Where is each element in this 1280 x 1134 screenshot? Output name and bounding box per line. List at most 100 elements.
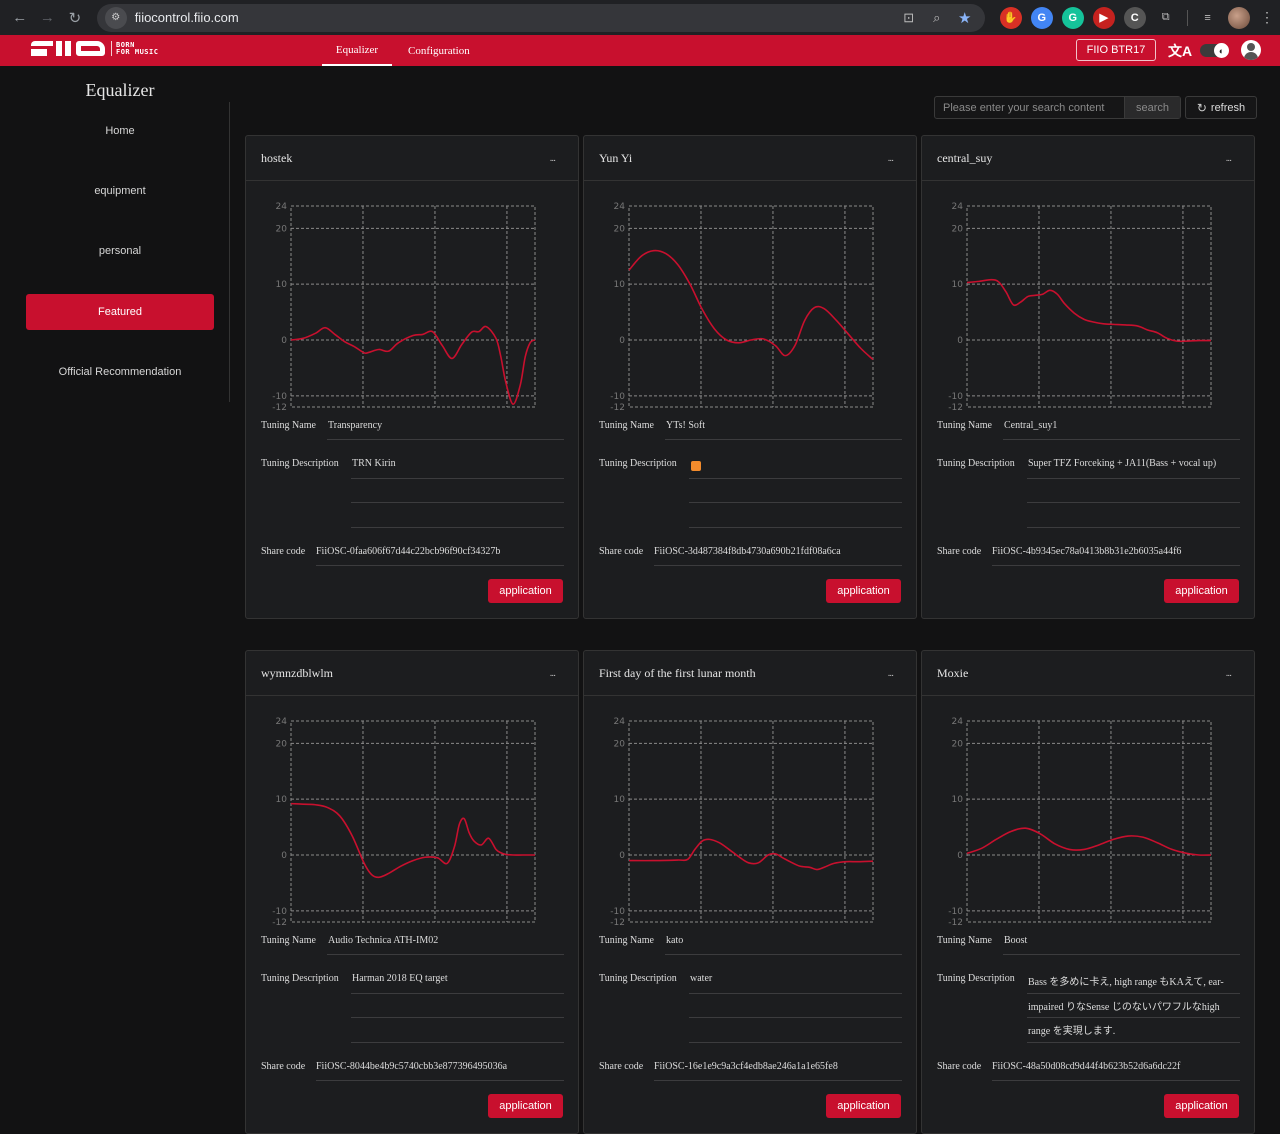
share-code-underline [654,565,902,566]
site-info-icon[interactable]: ⚙ [104,6,127,29]
y-tick-label: 20 [276,224,288,234]
adblock-extension-icon[interactable]: ✋ [999,6,1022,29]
search-input[interactable] [935,97,1124,118]
eq-curve-line [966,827,1212,856]
tuning-description-label: Tuning Description [261,973,339,984]
y-tick-label: -12 [948,403,963,412]
y-tick-label: 10 [276,795,288,805]
more-options-icon[interactable]: ... [1226,153,1232,164]
share-code-value[interactable]: FiiOSC-48a50d08cd9d44f4b623b52d6a6dc22f [992,1061,1180,1072]
tuning-name-value: YTs! Soft [666,420,706,431]
translate-page-icon[interactable]: ⊡ [897,6,921,30]
extensions-bar: ✋ G G ▶ C ⧉ [991,6,1177,29]
share-code-label: Share code [599,546,644,557]
share-code-value[interactable]: FiiOSC-0faa606f67d44c22bcb96f90cf34327b [316,546,500,557]
description-underline [1027,527,1240,528]
grammarly-extension-icon[interactable]: G [1061,6,1084,29]
user-account-icon[interactable] [1241,40,1261,60]
reload-button[interactable]: ↻ [61,4,89,32]
more-options-icon[interactable]: ... [1226,668,1232,679]
apply-button[interactable]: application [488,1094,563,1118]
google-translate-extension-icon[interactable]: G [1030,6,1053,29]
language-translate-icon[interactable]: 文A [1168,41,1192,61]
description-underline [689,993,902,994]
tuning-name-value: Transparency [328,420,383,431]
card-author: central_suy [937,150,993,165]
dark-mode-toggle[interactable]: ◐ [1200,43,1229,58]
more-options-icon[interactable]: ... [888,668,894,679]
apply-button[interactable]: application [1164,579,1239,603]
tuning-description-line: Bass を多めに卡え, high range もKAえて, ear- [1028,977,1224,988]
chart-frame [290,720,536,923]
sidebar-item-official-recommendation[interactable]: Official Recommendation [26,354,214,390]
device-selector-button[interactable]: FIIO BTR17 [1076,39,1156,61]
y-tick-label: -12 [610,918,625,927]
y-tick-label: 10 [276,280,288,290]
eq-curve-svg: 24 20 10 0 -10-12 [948,202,1212,413]
share-code-underline [992,1080,1240,1081]
fiio-logo[interactable]: BORN FOR MUSIC [31,41,158,56]
apply-button[interactable]: application [488,579,563,603]
more-options-icon[interactable]: ... [888,153,894,164]
card-author: Moxie [937,665,969,680]
tab-configuration[interactable]: Configuration [408,35,470,66]
search-button[interactable]: search [1124,97,1180,118]
screen-recorder-extension-icon[interactable]: ▶ [1092,6,1115,29]
share-code-value[interactable]: FiiOSC-3d487384f8db4730a690b21fdf08a6ca [654,546,841,557]
y-tick-label: 24 [614,717,626,727]
chart-frame [290,205,536,408]
apply-button[interactable]: application [826,579,901,603]
tuning-name-label: Tuning Name [937,935,992,946]
share-code-value[interactable]: FiiOSC-4b9345ec78a0413b8b31e2b6035a44f6 [992,546,1181,557]
more-options-icon[interactable]: ... [550,668,556,679]
url-text[interactable]: fiiocontrol.fiio.com [135,10,893,25]
y-tick-label: 20 [276,739,288,749]
eq-curve-chart: 24 20 10 0 -10 -12 [938,194,1218,413]
eq-curve-line [290,802,535,879]
y-tick-label: 0 [619,336,625,346]
eq-curve-chart: 24 20 10 0 -10 -12 [262,709,542,928]
y-tick-label: -10 [948,392,963,402]
chatgpt-extension-icon[interactable]: C [1123,6,1146,29]
refresh-button[interactable]: ↻ refresh [1185,96,1257,119]
apply-button[interactable]: application [826,1094,901,1118]
y-tick-label: 0 [619,851,625,861]
tuning-description-label: Tuning Description [261,458,339,469]
share-code-underline [316,565,564,566]
note-emoji-icon [691,461,701,471]
forward-button[interactable]: → [34,4,62,32]
share-code-value[interactable]: FiiOSC-8044be4b9c5740cbb3e877396495036a [316,1061,507,1072]
sidebar-item-home[interactable]: Home [26,113,214,149]
tuning-description-label: Tuning Description [599,973,677,984]
zoom-icon[interactable]: ⌕ [925,6,949,30]
y-tick-label: -12 [610,403,625,412]
sidebar: Equalizer Home equipment personal Featur… [0,66,240,1125]
extensions-puzzle-icon[interactable]: ⧉ [1155,7,1177,29]
back-button[interactable]: ← [6,4,34,32]
address-bar[interactable]: ⚙ fiiocontrol.fiio.com ⊡ ⌕ ★ [96,3,985,32]
y-tick-label: 20 [614,739,626,749]
eq-card: hostek ... 24 20 10 0 -10 -12 Tuning Name Tra… [245,135,579,619]
description-underline [351,527,564,528]
sidebar-item-equipment[interactable]: equipment [26,173,214,209]
apply-button[interactable]: application [1164,1094,1239,1118]
media-controls-icon[interactable]: ≡ [1197,7,1219,29]
bookmark-star-icon[interactable]: ★ [953,6,977,30]
share-code-label: Share code [937,546,982,557]
share-code-underline [992,565,1240,566]
tab-equalizer[interactable]: Equalizer [322,35,392,66]
y-tick-label: 0 [957,336,963,346]
share-code-value[interactable]: FiiOSC-16e1e9c9a3cf4edb8ae246a1a1e65fe8 [654,1061,838,1072]
more-options-icon[interactable]: ... [550,153,556,164]
eq-curve-chart: 24 20 10 0 -10 -12 [262,194,542,413]
sidebar-item-featured[interactable]: Featured [26,294,214,330]
tuning-name-value: kato [666,935,684,946]
description-underline [689,478,902,479]
toolbar-divider [1186,9,1188,26]
eq-curve-line [290,325,536,405]
browser-menu-icon[interactable]: ⋮ [1260,9,1274,26]
tuning-name-label: Tuning Name [599,420,654,431]
browser-toolbar: ← → ↻ ⚙ fiiocontrol.fiio.com ⊡ ⌕ ★ ✋ G G ▶ C… [0,0,1280,35]
sidebar-item-personal[interactable]: personal [26,233,214,269]
profile-avatar[interactable] [1228,6,1251,29]
